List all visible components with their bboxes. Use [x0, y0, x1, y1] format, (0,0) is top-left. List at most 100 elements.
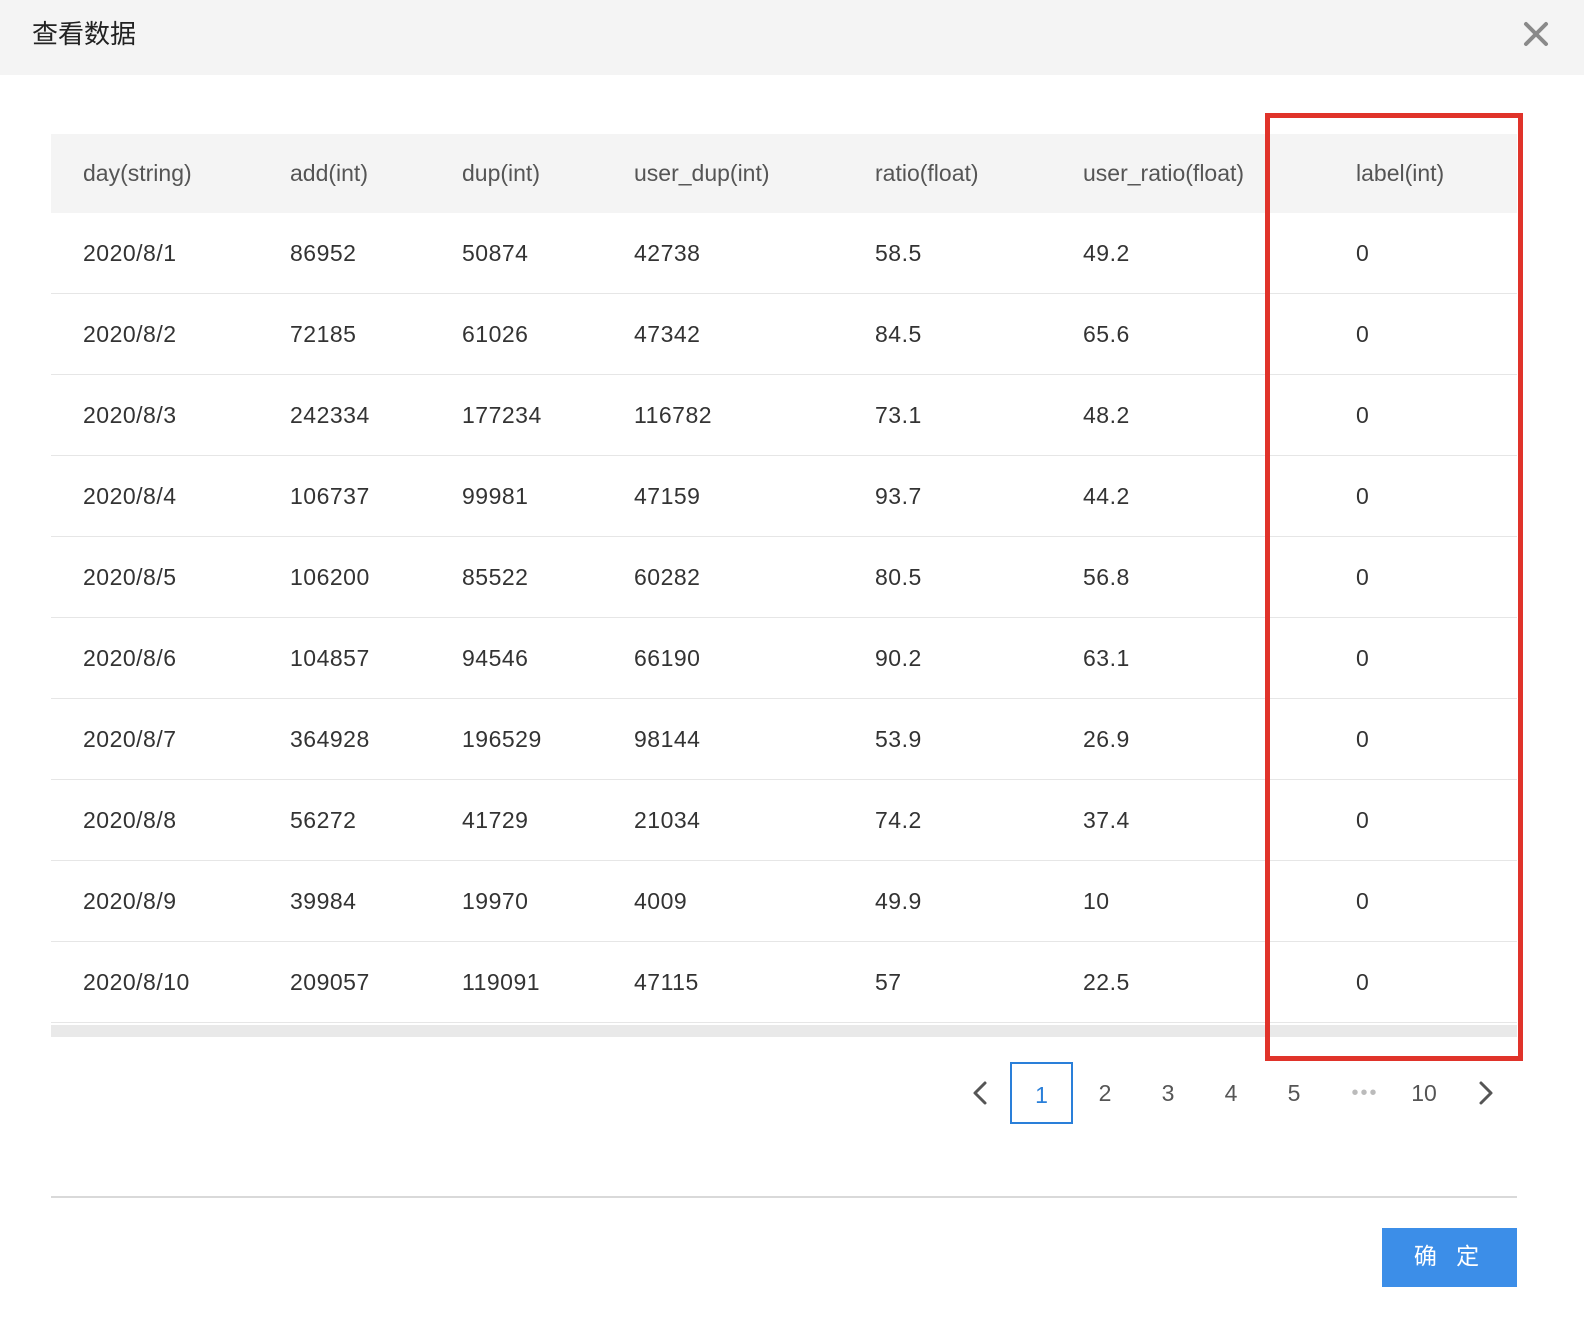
horizontal-scrollbar[interactable] [51, 1025, 1517, 1037]
column-header-add: add(int) [290, 160, 368, 186]
table-cell: 85522 [430, 536, 602, 618]
table-cell: 53.9 [843, 698, 1051, 780]
table-cell: 73.1 [843, 374, 1051, 456]
table-cell: 2020/8/6 [51, 617, 258, 699]
table-cell: 84.5 [843, 293, 1051, 375]
table-row: 2020/8/8 56272 41729 21034 74.2 37.4 0 [51, 779, 1517, 861]
table-row: 2020/8/2 72185 61026 47342 84.5 65.6 0 [51, 293, 1517, 375]
table-cell: 2020/8/3 [51, 374, 258, 456]
table-cell: 0 [1259, 293, 1517, 375]
prev-page-button[interactable] [960, 1062, 1000, 1124]
table-cell: 58.5 [843, 213, 1051, 294]
table-cell: 50874 [430, 213, 602, 294]
confirm-button[interactable]: 确 定 [1382, 1228, 1517, 1287]
table-header-row: day(string) add(int) dup(int) user_dup(int)… [51, 134, 1517, 213]
table-cell: 2020/8/10 [51, 941, 258, 1023]
table-cell: 93.7 [843, 455, 1051, 537]
table-cell: 0 [1259, 455, 1517, 537]
column-header-user-ratio: user_ratio(float) [1083, 160, 1245, 186]
table-cell: 72185 [258, 293, 430, 375]
page-5-button[interactable]: 5 [1274, 1062, 1314, 1124]
table-cell: 98144 [602, 698, 843, 780]
table-cell: 44.2 [1051, 455, 1259, 537]
table-cell: 60282 [602, 536, 843, 618]
next-page-button[interactable] [1466, 1062, 1506, 1124]
table-cell: 56272 [258, 779, 430, 861]
table-cell: 65.6 [1051, 293, 1259, 375]
table-cell: 2020/8/9 [51, 860, 258, 942]
column-header-label: label(int) [1356, 160, 1445, 186]
chevron-left-icon [973, 1081, 987, 1105]
table-cell: 2020/8/1 [51, 213, 258, 294]
page-1-button[interactable]: 1 [1010, 1062, 1073, 1124]
table-cell: 80.5 [843, 536, 1051, 618]
table-cell: 2020/8/2 [51, 293, 258, 375]
table-row: 2020/8/6 104857 94546 66190 90.2 63.1 0 [51, 617, 1517, 699]
table-cell: 116782 [602, 374, 843, 456]
column-header-ratio: ratio(float) [875, 160, 979, 186]
footer-divider [51, 1196, 1517, 1198]
table-cell: 99981 [430, 455, 602, 537]
column-header-dup: dup(int) [462, 160, 540, 186]
table-row: 2020/8/7 364928 196529 98144 53.9 26.9 0 [51, 698, 1517, 780]
dialog-title: 查看数据 [32, 20, 137, 50]
page-4-button[interactable]: 4 [1211, 1062, 1251, 1124]
table-cell: 41729 [430, 779, 602, 861]
table-cell: 47159 [602, 455, 843, 537]
view-data-dialog: 查看数据 day(string) add(int) dup(int) user_dup… [0, 0, 1584, 1326]
table-cell: 177234 [430, 374, 602, 456]
close-button[interactable] [1516, 14, 1556, 54]
table-cell: 86952 [258, 213, 430, 294]
table-cell: 66190 [602, 617, 843, 699]
table-row: 2020/8/4 106737 99981 47159 93.7 44.2 0 [51, 455, 1517, 537]
table-cell: 0 [1259, 698, 1517, 780]
table-cell: 47342 [602, 293, 843, 375]
table-cell: 61026 [430, 293, 602, 375]
table-cell: 364928 [258, 698, 430, 780]
table-cell: 0 [1259, 617, 1517, 699]
table-cell: 42738 [602, 213, 843, 294]
table-cell: 0 [1259, 860, 1517, 942]
table-cell: 2020/8/5 [51, 536, 258, 618]
table-row: 2020/8/9 39984 19970 4009 49.9 10 0 [51, 860, 1517, 942]
table-cell: 56.8 [1051, 536, 1259, 618]
chevron-right-icon [1479, 1081, 1493, 1105]
table-cell: 22.5 [1051, 941, 1259, 1023]
table-row: 2020/8/10 209057 119091 47115 57 22.5 0 [51, 941, 1517, 1023]
table-cell: 209057 [258, 941, 430, 1023]
table-cell: 2020/8/7 [51, 698, 258, 780]
dialog-header: 查看数据 [0, 0, 1584, 75]
table-cell: 49.9 [843, 860, 1051, 942]
table-cell: 119091 [430, 941, 602, 1023]
table-cell: 10 [1051, 860, 1259, 942]
table-row: 2020/8/3 242334 177234 116782 73.1 48.2 0 [51, 374, 1517, 456]
close-icon [1524, 22, 1548, 46]
table-cell: 104857 [258, 617, 430, 699]
table-row: 2020/8/5 106200 85522 60282 80.5 56.8 0 [51, 536, 1517, 618]
table-cell: 196529 [430, 698, 602, 780]
table-cell: 0 [1259, 536, 1517, 618]
table-cell: 106737 [258, 455, 430, 537]
table-cell: 49.2 [1051, 213, 1259, 294]
page-10-button[interactable]: 10 [1402, 1062, 1446, 1124]
table-cell: 2020/8/4 [51, 455, 258, 537]
table-cell: 26.9 [1051, 698, 1259, 780]
table-cell: 39984 [258, 860, 430, 942]
table-cell: 63.1 [1051, 617, 1259, 699]
table-cell: 0 [1259, 941, 1517, 1023]
page-3-button[interactable]: 3 [1148, 1062, 1188, 1124]
table-cell: 37.4 [1051, 779, 1259, 861]
table-cell: 74.2 [843, 779, 1051, 861]
data-table: day(string) add(int) dup(int) user_dup(int)… [51, 134, 1517, 1023]
table-cell: 4009 [602, 860, 843, 942]
table-cell: 47115 [602, 941, 843, 1023]
table-cell: 2020/8/8 [51, 779, 258, 861]
page-ellipsis[interactable]: ••• [1342, 1062, 1388, 1124]
column-header-user-dup: user_dup(int) [634, 160, 770, 186]
table-cell: 19970 [430, 860, 602, 942]
column-header-day: day(string) [83, 160, 192, 186]
table-cell: 57 [843, 941, 1051, 1023]
page-2-button[interactable]: 2 [1085, 1062, 1125, 1124]
table-cell: 48.2 [1051, 374, 1259, 456]
table-cell: 90.2 [843, 617, 1051, 699]
